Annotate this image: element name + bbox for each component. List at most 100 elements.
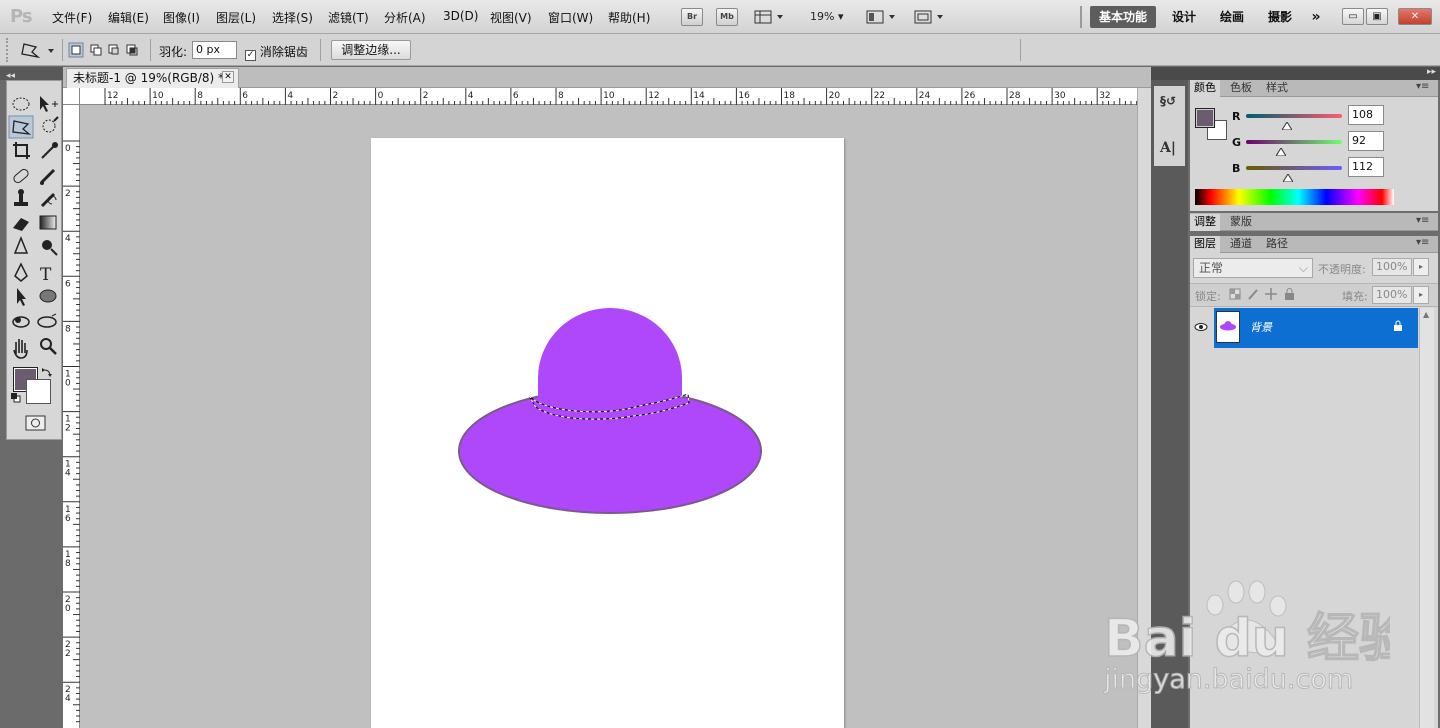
layer-row[interactable]	[1214, 308, 1418, 348]
gradient-tool-icon[interactable]	[39, 215, 57, 230]
lock-transparent-icon[interactable]	[1229, 288, 1241, 300]
pen-tool-icon[interactable]	[14, 262, 28, 282]
panel-menu-icon[interactable]: ▾≡	[1416, 81, 1429, 92]
channel-g-slider[interactable]	[1246, 140, 1342, 144]
close-button[interactable]: ✕	[1398, 8, 1432, 25]
channel-g-value[interactable]: 92	[1348, 131, 1384, 151]
quick-mask-icon[interactable]	[25, 415, 46, 431]
layer-visibility-toggle[interactable]	[1190, 308, 1213, 348]
minimize-button[interactable]: ▭	[1342, 8, 1364, 25]
eyedropper-tool-icon[interactable]	[41, 142, 58, 159]
zoom-select[interactable]: 19% ▾	[810, 10, 843, 23]
tool-preset-picker[interactable]	[18, 40, 58, 60]
ruler-origin[interactable]	[63, 88, 80, 105]
menu-select[interactable]: 选择(S)	[272, 9, 313, 26]
fill-slider-icon[interactable]: ▸	[1413, 286, 1429, 304]
tab-channels[interactable]: 通道	[1226, 236, 1256, 253]
antialias-checkbox[interactable]: ✓ 消除锯齿	[245, 43, 308, 61]
workspace-photography[interactable]: 摄影	[1262, 6, 1298, 28]
restore-button[interactable]: ▣	[1366, 8, 1388, 25]
panel-menu-icon[interactable]: ▾≡	[1416, 237, 1429, 248]
panel-menu-icon[interactable]: ▾≡	[1416, 215, 1429, 226]
blur-tool-icon[interactable]	[13, 235, 29, 254]
quick-selection-tool-icon[interactable]	[42, 116, 59, 133]
tab-swatches[interactable]: 色板	[1226, 80, 1256, 97]
type-tool-icon[interactable]: T	[40, 265, 52, 285]
menu-window[interactable]: 窗口(W)	[548, 9, 593, 26]
eraser-tool-icon[interactable]	[13, 218, 29, 231]
refine-edge-button[interactable]: 调整边缘...	[331, 40, 411, 60]
tab-adjustments[interactable]: 调整	[1190, 214, 1220, 231]
history-panel-icon[interactable]: §↺	[1160, 94, 1180, 114]
workspace-design[interactable]: 设计	[1166, 6, 1202, 28]
channel-r-slider[interactable]	[1246, 114, 1342, 118]
move-tool-icon[interactable]	[40, 96, 58, 112]
menu-layer[interactable]: 图层(L)	[216, 9, 256, 26]
opacity-input[interactable]: 100%	[1372, 258, 1412, 276]
polygonal-lasso-tool-icon[interactable]	[8, 115, 34, 139]
tab-color[interactable]: 颜色	[1190, 80, 1220, 97]
channel-b-thumb[interactable]	[1282, 171, 1295, 185]
zoom-tool-icon[interactable]	[40, 338, 57, 355]
tab-layers[interactable]: 图层	[1190, 236, 1220, 253]
menu-image[interactable]: 图像(I)	[163, 9, 200, 26]
document-tab[interactable]: 未标题-1 @ 19%(RGB/8) *	[66, 68, 239, 88]
lock-pixels-icon[interactable]	[1248, 289, 1258, 300]
intersect-selection-icon[interactable]	[126, 44, 138, 56]
3d-orbit-tool-icon[interactable]	[37, 313, 57, 328]
more-workspaces-icon[interactable]: »	[1306, 6, 1326, 28]
3d-rotate-tool-icon[interactable]	[12, 316, 30, 328]
elliptical-marquee-tool-icon[interactable]	[12, 97, 30, 111]
channel-r-thumb[interactable]	[1280, 119, 1293, 133]
bridge-button[interactable]: Br	[681, 8, 703, 26]
scroll-up-icon[interactable]: ▲	[1423, 310, 1429, 319]
menu-3d[interactable]: 3D(D)	[443, 9, 478, 23]
crop-tool-icon[interactable]	[13, 142, 30, 159]
opacity-slider-icon[interactable]: ▸	[1413, 258, 1429, 276]
add-selection-icon[interactable]	[90, 44, 102, 56]
fill-input[interactable]: 100%	[1372, 286, 1412, 304]
layer-name[interactable]: 背景	[1250, 319, 1272, 335]
spot-healing-tool-icon[interactable]	[12, 168, 29, 184]
blend-mode-select[interactable]: 正常 ⌵	[1193, 258, 1313, 278]
menu-file[interactable]: 文件(F)	[52, 9, 92, 26]
color-spectrum-bar[interactable]	[1195, 189, 1394, 205]
channel-b-value[interactable]: 112	[1348, 157, 1384, 177]
lock-position-icon[interactable]	[1265, 288, 1277, 300]
history-brush-tool-icon[interactable]	[40, 192, 57, 208]
expand-icon[interactable]: ▸▸	[1427, 67, 1436, 77]
workspace-essentials[interactable]: 基本功能	[1090, 6, 1156, 28]
view-extras-button[interactable]	[754, 9, 784, 25]
channel-r-value[interactable]: 108	[1348, 105, 1384, 125]
tab-close-icon[interactable]: ✕	[222, 71, 234, 83]
lock-all-icon[interactable]	[1285, 288, 1294, 301]
screen-mode-button[interactable]	[914, 9, 946, 25]
menu-filter[interactable]: 滤镜(T)	[328, 9, 369, 26]
tab-masks[interactable]: 蒙版	[1226, 214, 1256, 231]
dodge-tool-icon[interactable]	[42, 240, 58, 256]
default-colors-icon[interactable]	[11, 393, 21, 403]
tab-styles[interactable]: 样式	[1262, 80, 1292, 97]
menu-help[interactable]: 帮助(H)	[608, 9, 650, 26]
clone-stamp-tool-icon[interactable]	[14, 189, 28, 206]
hand-tool-icon[interactable]	[13, 339, 28, 359]
menu-edit[interactable]: 编辑(E)	[108, 9, 149, 26]
arrange-documents-button[interactable]	[866, 9, 898, 25]
ellipse-shape-tool-icon[interactable]	[39, 289, 57, 303]
hat-artwork[interactable]	[371, 138, 844, 728]
path-selection-tool-icon[interactable]	[17, 288, 26, 306]
channel-b-slider[interactable]	[1246, 166, 1342, 170]
workspace-painting[interactable]: 绘画	[1214, 6, 1250, 28]
vertical-ruler[interactable]: 024681012141618202224	[63, 105, 80, 728]
new-selection-icon[interactable]	[68, 42, 84, 58]
feather-input[interactable]: 0 px	[192, 41, 237, 59]
layers-scrollbar[interactable]: ▲	[1419, 308, 1434, 728]
background-color-swatch[interactable]	[26, 379, 51, 404]
swap-colors-icon[interactable]	[42, 368, 52, 377]
menu-analysis[interactable]: 分析(A)	[384, 9, 426, 26]
horizontal-ruler[interactable]: 12 10 8 6 4 2 0 2 4 6 8 10 12 14 16 18 20 22 24 26 28 30 32	[80, 88, 1138, 105]
mini-bridge-button[interactable]: Mb	[716, 8, 738, 26]
menu-view[interactable]: 视图(V)	[490, 9, 532, 26]
channel-g-thumb[interactable]	[1274, 145, 1287, 159]
subtract-selection-icon[interactable]	[108, 44, 119, 55]
